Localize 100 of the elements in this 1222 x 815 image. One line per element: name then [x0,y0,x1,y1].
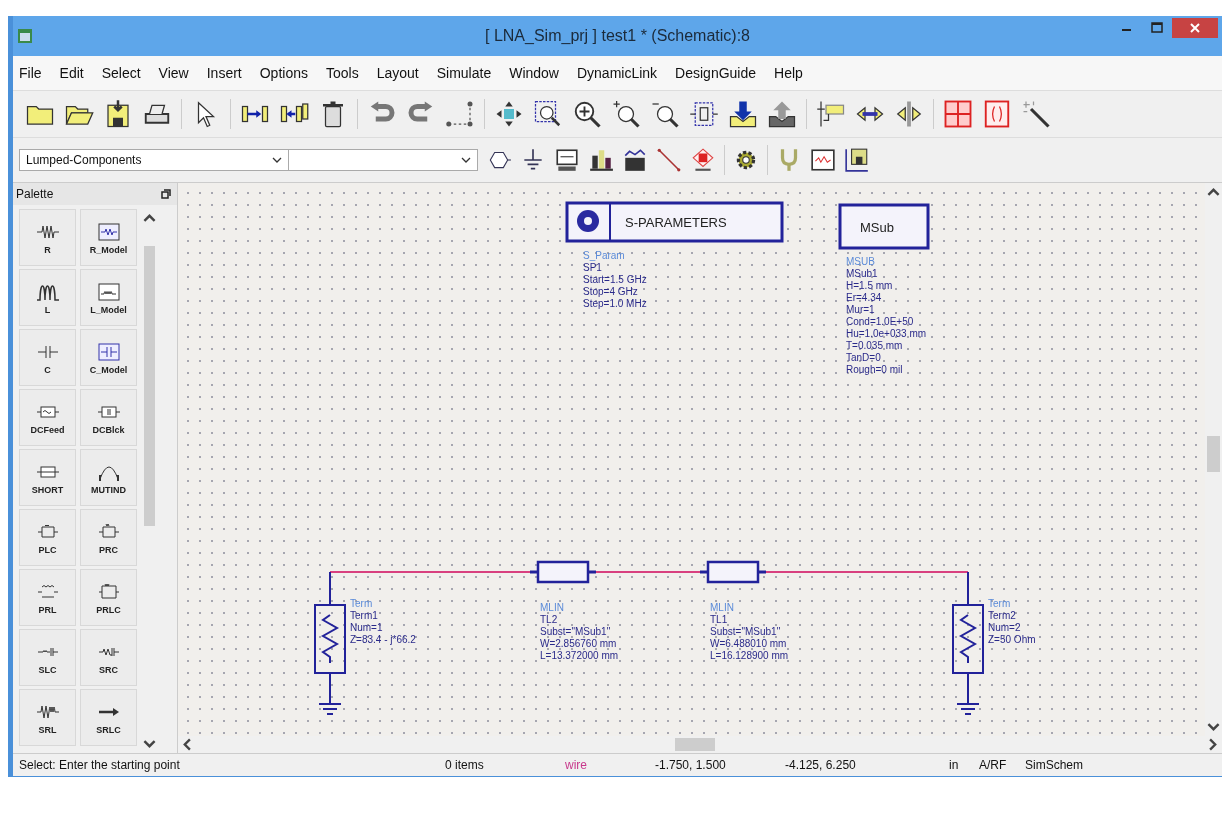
component-parameter: L=13.372000 mm [540,650,619,661]
caret-icon [461,157,471,163]
palette-title: Palette [16,187,54,201]
waveform-icon[interactable] [810,147,836,173]
split-box-icon[interactable] [943,99,973,129]
menu-item[interactable]: Insert [206,65,242,81]
name-icon[interactable] [690,147,716,173]
menu-item[interactable]: DynamicLink [576,65,658,81]
palette-item[interactable]: C [19,329,76,386]
palette-item[interactable]: SRC [80,629,137,686]
component-parameter: Hu=1.0e+033 mm [846,328,927,339]
component-parameter: TL1 [710,614,728,625]
palette-item[interactable]: MUTIND [80,449,137,506]
close-button[interactable] [1172,16,1218,40]
save-data-icon[interactable] [844,147,870,173]
palette-item[interactable]: C_Model [80,329,137,386]
component-type: Term [350,598,373,609]
menu-item[interactable]: Edit [59,65,84,81]
zoom-box-icon[interactable] [533,99,563,129]
palette-item[interactable]: SRLC [80,689,137,746]
palette-item[interactable]: DCFeed [19,389,76,446]
component-parameter: Stop=4 GHz [583,286,638,297]
menu-item[interactable]: View [158,65,189,81]
status-text: -1.750, 1.500 [654,758,727,772]
zoom-plus-icon[interactable] [611,99,641,129]
magic-wand-icon[interactable] [1021,99,1051,129]
transmission-line[interactable] [698,560,768,584]
palette-item[interactable]: L_Model [80,269,137,326]
palette-item[interactable]: SHORT [19,449,76,506]
termination-port[interactable] [314,571,346,715]
menu-item[interactable]: Window [509,65,559,81]
variable-icon[interactable] [554,147,580,173]
status-text: wire [564,758,588,772]
palette-item[interactable]: PLC [19,509,76,566]
component-type: S_Param [583,250,625,261]
palette-item[interactable]: R [19,209,76,266]
component-type: MSUB [846,256,875,267]
status-text: 0 items [444,758,485,772]
status-text: Select: Enter the starting point [18,758,181,772]
block-label: MSub [860,220,894,235]
float-icon[interactable] [161,189,171,199]
component-parameter: Num=1 [350,622,383,633]
status-text: in [948,758,960,772]
menu-item[interactable]: File [19,65,42,81]
palette-item[interactable]: R_Model [80,209,137,266]
caret-icon [272,157,282,163]
component-parameter: Term2 [988,610,1016,621]
library-dropdown[interactable]: Lumped-Components [19,149,289,171]
app-icon [17,28,33,44]
component-parameter: Num=2 [988,622,1021,633]
palette-item[interactable]: SRL [19,689,76,746]
component-parameter: Start=1.5 GHz [583,274,647,285]
fit-icon[interactable] [689,99,719,129]
substrate-block[interactable] [838,203,930,250]
component-parameter: MSub1 [846,268,878,279]
component-parameter: L=16.128900 mm [710,650,789,661]
component-parameter: Subst="MSub1" [540,626,611,637]
palette-item[interactable]: SLC [19,629,76,686]
palette-item[interactable]: PRL [19,569,76,626]
status-text: A/RF [978,758,1008,772]
menu-item[interactable]: Simulate [436,65,492,81]
component-type: MLIN [710,602,734,613]
display-icon[interactable] [622,147,648,173]
status-text: SimSchem [1024,758,1083,772]
menu-item[interactable]: Help [774,65,803,81]
palette-item[interactable]: L [19,269,76,326]
zoom-in-icon[interactable] [572,99,602,129]
termination-port[interactable] [952,571,984,715]
menu-item[interactable]: DesignGuide [675,65,757,81]
menu-item[interactable]: Layout [376,65,419,81]
palette-item[interactable]: DCBlck [80,389,137,446]
scroll-thumb[interactable] [675,738,715,751]
block-label: S-PARAMETERS [625,215,727,230]
component-parameter: Z=83.4 - j*66.2 [350,634,416,645]
bracket-box-icon[interactable] [982,99,1012,129]
component-type: MLIN [540,602,564,613]
component-parameter: H=1.5 mm [846,280,893,291]
palette-item[interactable]: PRLC [80,569,137,626]
scroll-thumb[interactable] [144,246,155,526]
menu-item[interactable]: Tools [325,65,359,81]
transmission-line[interactable] [528,560,598,584]
node-icon[interactable] [445,99,475,129]
upload-icon[interactable] [767,99,797,129]
align-icon[interactable] [816,99,846,129]
menu-item[interactable]: Options [259,65,308,81]
component-parameter: TanD=0 [846,352,881,363]
scroll-thumb[interactable] [1207,436,1220,472]
s-parameters-block[interactable] [565,201,784,243]
status-text: -4.125, 6.250 [784,758,857,772]
component-stack-icon[interactable] [588,147,614,173]
wire-icon[interactable] [656,147,682,173]
menu-item[interactable]: Select [101,65,141,81]
move-icon[interactable] [494,99,524,129]
component-parameter: Term1 [350,610,378,621]
component-parameter: Mur=1 [846,304,875,315]
palette-item[interactable]: PRC [80,509,137,566]
component-parameter: W=2.856760 mm [540,638,617,649]
download-icon[interactable] [728,99,758,129]
mirror-icon[interactable] [894,99,924,129]
component-parameter: Er=4.34 [846,292,882,303]
